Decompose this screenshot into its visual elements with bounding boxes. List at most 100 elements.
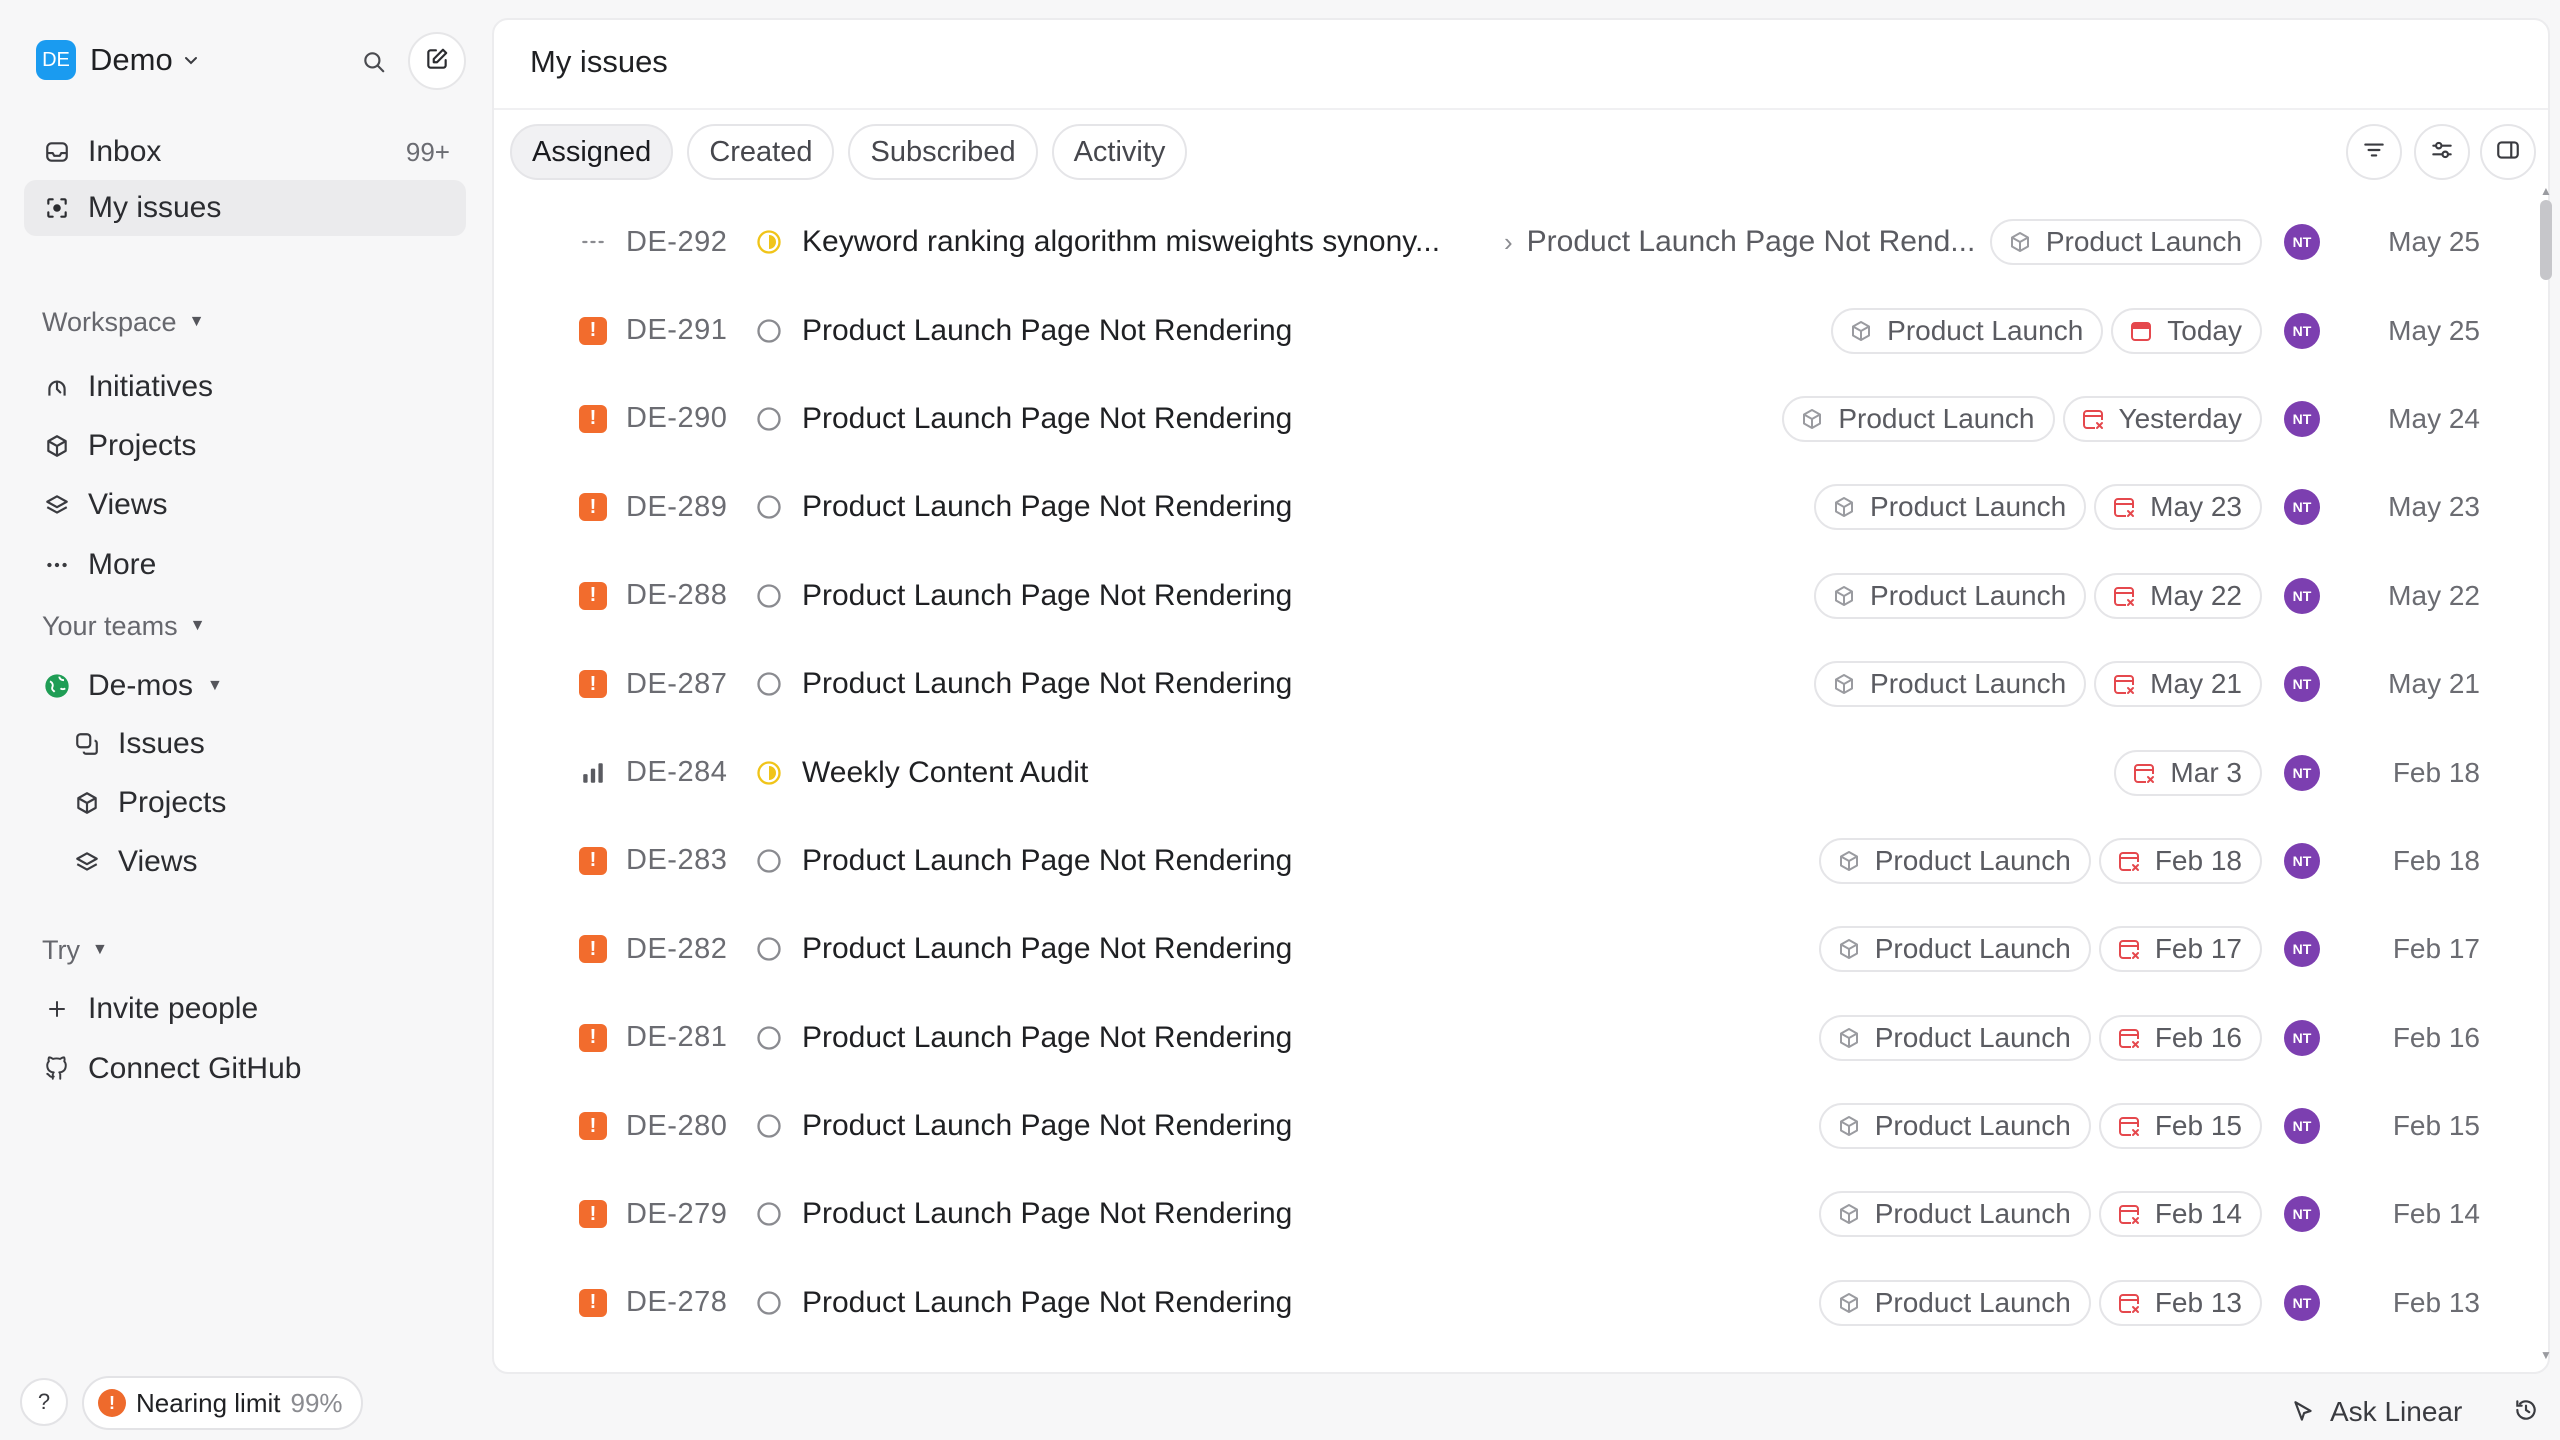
in-progress-status-icon[interactable]: [754, 758, 784, 788]
issue-row[interactable]: ! DE-291 Product Launch Page Not Rendering…: [494, 286, 2504, 374]
todo-status-icon[interactable]: [754, 1288, 784, 1318]
urgent-priority-icon[interactable]: !: [578, 404, 608, 434]
due-date-chip[interactable]: Mar 3: [2114, 749, 2262, 796]
urgent-priority-icon[interactable]: !: [578, 669, 608, 699]
sidebar-item-inbox[interactable]: Inbox 99+: [24, 124, 466, 180]
urgent-priority-icon[interactable]: !: [578, 492, 608, 522]
toggle-panel-button[interactable]: [2480, 124, 2536, 180]
issue-row[interactable]: ! DE-283 Product Launch Page Not Rendering…: [494, 817, 2504, 905]
parent-issue-link[interactable]: › Product Launch Page Not Rend...: [1504, 225, 1975, 259]
project-chip[interactable]: Product Launch: [1818, 1014, 2091, 1061]
sidebar-item-team-issues[interactable]: Issues: [54, 716, 466, 772]
assignee-avatar[interactable]: NT: [2284, 666, 2320, 703]
project-chip[interactable]: Product Launch: [1818, 1191, 2091, 1238]
todo-status-icon[interactable]: [754, 669, 784, 699]
sidebar-item-my-issues[interactable]: My issues: [24, 180, 466, 236]
todo-status-icon[interactable]: [754, 581, 784, 611]
due-date-chip[interactable]: Feb 15: [2098, 1103, 2262, 1150]
issue-row[interactable]: ! DE-279 Product Launch Page Not Rendering…: [494, 1170, 2504, 1258]
urgent-priority-icon[interactable]: !: [578, 1199, 608, 1229]
project-chip[interactable]: Product Launch: [1818, 926, 2091, 973]
urgent-priority-icon[interactable]: !: [578, 1288, 608, 1318]
issue-row[interactable]: ! DE-278 Product Launch Page Not Rendering…: [494, 1259, 2504, 1347]
due-date-chip[interactable]: Feb 16: [2098, 1014, 2262, 1061]
tab-assigned[interactable]: Assigned: [510, 124, 674, 180]
sidebar-item-team-projects[interactable]: Projects: [54, 775, 466, 831]
project-chip[interactable]: Product Launch: [1818, 837, 2091, 884]
sidebar-item-invite-people[interactable]: Invite people: [24, 981, 466, 1037]
assignee-avatar[interactable]: NT: [2284, 577, 2320, 614]
urgent-priority-icon[interactable]: !: [578, 1023, 608, 1053]
assignee-avatar[interactable]: NT: [2284, 931, 2320, 968]
sidebar-item-connect-github[interactable]: Connect GitHub: [24, 1041, 466, 1097]
tab-activity[interactable]: Activity: [1051, 124, 1188, 180]
new-issue-button[interactable]: [408, 32, 466, 90]
scrollbar-thumb[interactable]: [2540, 200, 2552, 280]
todo-status-icon[interactable]: [754, 492, 784, 522]
issue-row[interactable]: ! DE-288 Product Launch Page Not Rendering…: [494, 552, 2504, 640]
due-date-chip[interactable]: Yesterday: [2062, 395, 2262, 442]
issue-row[interactable]: ! DE-287 Product Launch Page Not Rendering…: [494, 640, 2504, 728]
ask-linear-button[interactable]: Ask Linear: [2290, 1392, 2462, 1432]
assignee-avatar[interactable]: NT: [2284, 1019, 2320, 1056]
due-date-chip[interactable]: May 22: [2094, 572, 2262, 619]
help-button[interactable]: ?: [20, 1378, 68, 1426]
urgent-priority-icon[interactable]: !: [578, 934, 608, 964]
nearing-limit-badge[interactable]: ! Nearing limit 99%: [82, 1376, 363, 1430]
todo-status-icon[interactable]: [754, 1111, 784, 1141]
due-date-chip[interactable]: Feb 13: [2098, 1279, 2262, 1326]
assignee-avatar[interactable]: NT: [2284, 1196, 2320, 1233]
todo-status-icon[interactable]: [754, 316, 784, 346]
issue-row[interactable]: DE-284 Weekly Content Audit Mar 3 NT Feb 18: [494, 728, 2504, 816]
filter-button[interactable]: [2346, 124, 2402, 180]
due-date-chip[interactable]: Today: [2111, 307, 2262, 354]
due-date-chip[interactable]: May 23: [2094, 484, 2262, 531]
todo-status-icon[interactable]: [754, 846, 784, 876]
urgent-priority-icon[interactable]: !: [578, 846, 608, 876]
issue-row[interactable]: ! DE-280 Product Launch Page Not Rendering…: [494, 1082, 2504, 1170]
team-de-mos[interactable]: De-mos ▼: [24, 658, 466, 714]
project-chip[interactable]: Product Launch: [1818, 1279, 2091, 1326]
assignee-avatar[interactable]: NT: [2284, 312, 2320, 349]
in-progress-status-icon[interactable]: [754, 227, 784, 257]
high-priority-icon[interactable]: [578, 758, 608, 788]
assignee-avatar[interactable]: NT: [2284, 1284, 2320, 1321]
urgent-priority-icon[interactable]: !: [578, 316, 608, 346]
project-chip[interactable]: Product Launch: [1782, 395, 2055, 442]
sidebar-item-team-views[interactable]: Views: [54, 834, 466, 890]
issue-row[interactable]: ! DE-290 Product Launch Page Not Rendering…: [494, 375, 2504, 463]
issue-row[interactable]: ! DE-289 Product Launch Page Not Rendering…: [494, 463, 2504, 551]
assignee-avatar[interactable]: NT: [2284, 842, 2320, 879]
todo-status-icon[interactable]: [754, 934, 784, 964]
sidebar-item-initiatives[interactable]: Initiatives: [24, 359, 466, 415]
tab-created[interactable]: Created: [687, 124, 835, 180]
section-your-teams[interactable]: Your teams ▼: [42, 606, 205, 646]
sidebar-item-projects[interactable]: Projects: [24, 418, 466, 474]
due-date-chip[interactable]: Feb 18: [2098, 837, 2262, 884]
no-priority-icon[interactable]: [578, 227, 608, 257]
project-chip[interactable]: Product Launch: [1814, 661, 2087, 708]
tab-subscribed[interactable]: Subscribed: [848, 124, 1038, 180]
issue-row[interactable]: ! DE-282 Product Launch Page Not Rendering…: [494, 905, 2504, 993]
assignee-avatar[interactable]: NT: [2284, 1108, 2320, 1145]
scroll-up-arrow[interactable]: ▲: [2539, 184, 2553, 198]
display-options-button[interactable]: [2414, 124, 2470, 180]
workspace-switcher[interactable]: DE Demo: [36, 36, 466, 84]
sidebar-item-more[interactable]: More: [24, 537, 466, 593]
due-date-chip[interactable]: May 21: [2094, 661, 2262, 708]
project-chip[interactable]: Product Launch: [1989, 219, 2262, 266]
todo-status-icon[interactable]: [754, 1199, 784, 1229]
project-chip[interactable]: Product Launch: [1818, 1103, 2091, 1150]
due-date-chip[interactable]: Feb 14: [2098, 1191, 2262, 1238]
section-try[interactable]: Try ▼: [42, 930, 108, 970]
search-icon[interactable]: [356, 44, 392, 80]
section-workspace[interactable]: Workspace ▼: [42, 302, 204, 342]
assignee-avatar[interactable]: NT: [2284, 754, 2320, 791]
assignee-avatar[interactable]: NT: [2284, 224, 2320, 261]
assignee-avatar[interactable]: NT: [2284, 489, 2320, 526]
project-chip[interactable]: Product Launch: [1814, 572, 2087, 619]
scroll-down-arrow[interactable]: ▼: [2539, 1348, 2553, 1362]
history-button[interactable]: [2508, 1394, 2544, 1430]
project-chip[interactable]: Product Launch: [1831, 307, 2104, 354]
due-date-chip[interactable]: Feb 17: [2098, 926, 2262, 973]
